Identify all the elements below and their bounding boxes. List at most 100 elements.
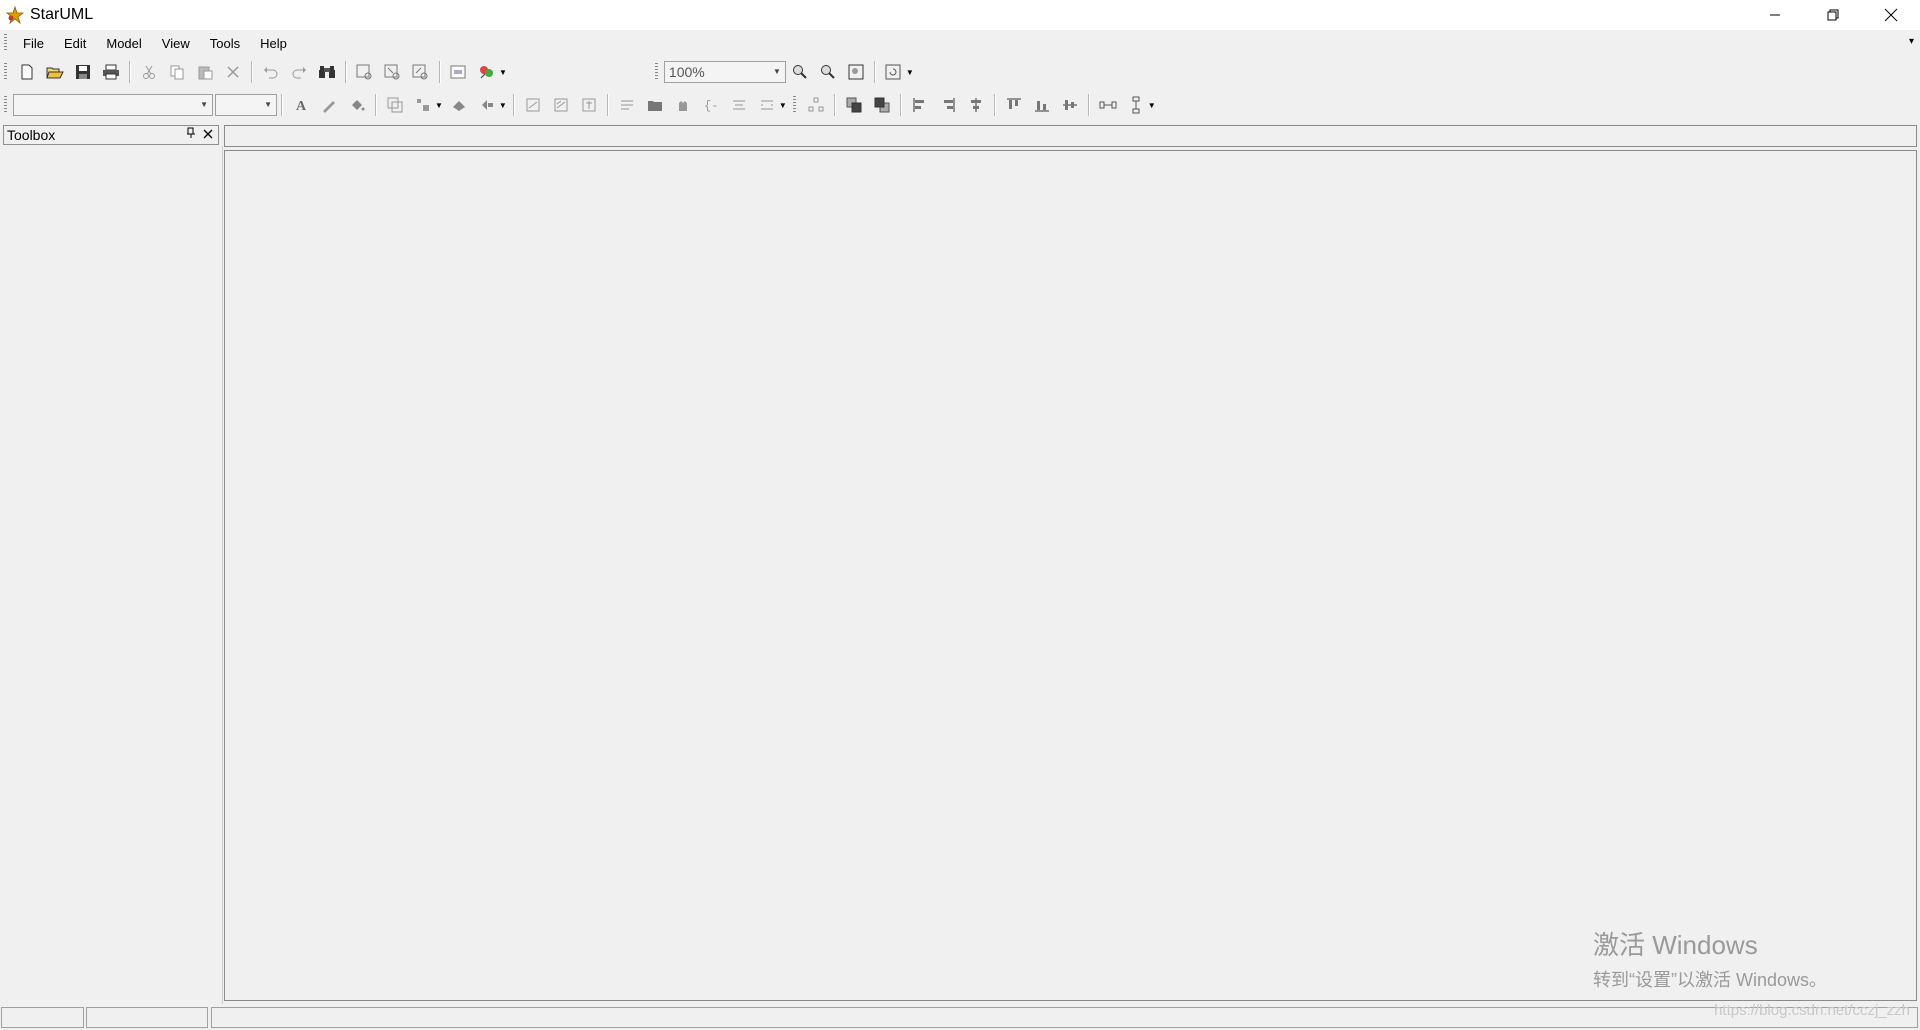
chevron-down-icon[interactable]: ▼: [499, 101, 507, 110]
cut-icon[interactable]: [138, 61, 160, 83]
align-right-icon[interactable]: [937, 94, 959, 116]
menu-bar: File Edit Model View Tools Help ▾: [0, 30, 1920, 56]
menu-tools[interactable]: Tools: [200, 36, 250, 51]
chevron-down-icon: ▼: [200, 100, 208, 109]
status-bar: [0, 1005, 1920, 1030]
find-binoculars-icon[interactable]: [316, 61, 338, 83]
chevron-down-icon[interactable]: ▼: [906, 68, 914, 77]
close-button[interactable]: [1862, 0, 1920, 30]
align-bottom-icon[interactable]: [1031, 94, 1053, 116]
toolbar-separator: [439, 61, 441, 83]
layout-icon[interactable]: [805, 94, 827, 116]
zoom-combo[interactable]: 100% ▼: [663, 61, 786, 83]
select-in-model-icon[interactable]: [354, 61, 376, 83]
font-icon[interactable]: A: [290, 94, 312, 116]
zoom-out-icon[interactable]: [817, 61, 839, 83]
bring-to-front-icon[interactable]: [843, 94, 865, 116]
hand-icon[interactable]: [672, 94, 694, 116]
title-bar: StarUML: [0, 0, 1920, 30]
toolbar-separator: [899, 94, 902, 116]
menu-file[interactable]: File: [13, 36, 54, 51]
navigate-icon[interactable]: [410, 61, 432, 83]
fit-selection-icon[interactable]: [382, 61, 404, 83]
toolbar-separator: [873, 61, 876, 83]
diagram-area[interactable]: [224, 150, 1917, 1001]
align-middle-icon[interactable]: [1059, 94, 1081, 116]
menu-edit[interactable]: Edit: [54, 36, 96, 51]
font-name-combo[interactable]: ▼: [13, 94, 213, 116]
toolbar-separator: [606, 94, 609, 116]
folder-icon[interactable]: [644, 94, 666, 116]
new-file-icon[interactable]: [16, 61, 38, 83]
toolbar-separator: [345, 61, 347, 83]
suppress-attributes-icon[interactable]: [476, 94, 498, 116]
toolbar-separator: [993, 94, 996, 116]
blog-url-watermark: https://blog.csdn.net/cczj_zzh: [1714, 1002, 1910, 1019]
braces-icon[interactable]: {-}: [700, 94, 722, 116]
svg-text:A: A: [296, 99, 307, 113]
align-left-icon[interactable]: [909, 94, 931, 116]
word-wrap-icon[interactable]: [616, 94, 638, 116]
stereotype-display-icon[interactable]: [448, 94, 470, 116]
undo-icon[interactable]: [260, 61, 282, 83]
font-size-combo[interactable]: ▼: [215, 94, 277, 116]
chevron-down-icon: ▼: [264, 100, 272, 109]
zoom-toolbar-grip[interactable]: [654, 63, 658, 81]
toolbar-separator: [129, 61, 131, 83]
refresh-diagram-icon[interactable]: [883, 61, 905, 83]
zoom-value: 100%: [668, 64, 705, 80]
open-folder-icon[interactable]: [44, 61, 66, 83]
copy-icon[interactable]: [166, 61, 188, 83]
menu-model[interactable]: Model: [96, 36, 151, 51]
windows-activation-watermark: 激活 Windows 转到“设置”以激活 Windows。: [1593, 925, 1827, 992]
align-top-icon[interactable]: [1003, 94, 1025, 116]
operation-list-icon[interactable]: [756, 94, 778, 116]
toolbar-grip[interactable]: [792, 96, 796, 114]
toolbox-panel[interactable]: [0, 146, 223, 1004]
toolbar-grip[interactable]: [4, 96, 7, 114]
menu-view[interactable]: View: [152, 36, 200, 51]
chevron-down-icon[interactable]: ▼: [1148, 101, 1156, 110]
verify-model-icon[interactable]: [476, 61, 498, 83]
toolbox-close-icon[interactable]: [203, 127, 213, 142]
paste-icon[interactable]: [194, 61, 216, 83]
toolbar-separator: [251, 61, 253, 83]
menu-help[interactable]: Help: [250, 36, 297, 51]
chevron-down-icon[interactable]: ▼: [435, 101, 443, 110]
pin-icon[interactable]: [186, 127, 196, 142]
fill-color-icon[interactable]: [346, 94, 368, 116]
print-icon[interactable]: [100, 61, 122, 83]
zoom-in-icon[interactable]: [789, 61, 811, 83]
space-horizontally-icon[interactable]: [1097, 94, 1119, 116]
menubar-grip[interactable]: [4, 34, 7, 52]
restore-button[interactable]: [1804, 0, 1862, 30]
diagram-tab-strip[interactable]: [224, 125, 1917, 147]
delete-icon[interactable]: [222, 61, 244, 83]
redo-icon[interactable]: [288, 61, 310, 83]
format-toolbar: ▼ ▼ A ▼ ▼ {-} ▼ ▼: [0, 90, 1920, 120]
fit-to-window-icon[interactable]: [845, 61, 867, 83]
line-style-icon[interactable]: [412, 94, 434, 116]
toolbar-separator: [1087, 94, 1090, 116]
align-center-icon[interactable]: [965, 94, 987, 116]
save-icon[interactable]: [72, 61, 94, 83]
status-cell: [211, 1007, 1918, 1028]
status-cell: [86, 1007, 208, 1028]
toolbox-header: Toolbox: [3, 125, 219, 145]
chevron-down-icon[interactable]: ▼: [499, 68, 507, 77]
menubar-overflow-icon[interactable]: ▾: [1909, 36, 1914, 47]
auto-resize-icon[interactable]: [384, 94, 406, 116]
show-operation-signature-icon[interactable]: [578, 94, 600, 116]
toolbar-separator: [512, 94, 515, 116]
chevron-down-icon[interactable]: ▼: [779, 101, 787, 110]
show-parent-icon[interactable]: [550, 94, 572, 116]
toolbar-grip[interactable]: [4, 63, 7, 81]
preview-icon[interactable]: [448, 61, 470, 83]
send-to-back-icon[interactable]: [871, 94, 893, 116]
space-vertically-icon[interactable]: [1125, 94, 1147, 116]
line-color-icon[interactable]: [318, 94, 340, 116]
minimize-button[interactable]: [1746, 0, 1804, 30]
attribute-list-icon[interactable]: [728, 94, 750, 116]
suppress-operations-icon[interactable]: [522, 94, 544, 116]
window-controls: [1746, 0, 1920, 30]
